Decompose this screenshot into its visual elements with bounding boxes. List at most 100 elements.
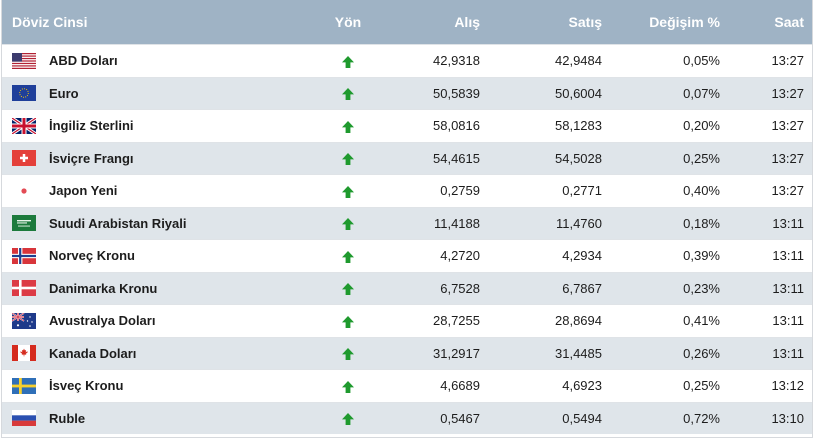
currency-cell: Avustralya Doları	[2, 312, 302, 329]
currency-cell: İngiliz Sterlini	[2, 117, 302, 134]
direction-cell	[302, 183, 394, 199]
currency-name: Japon Yeni	[49, 183, 118, 199]
up-arrow-icon	[341, 282, 355, 296]
time-value: 13:27	[771, 118, 804, 134]
time-value: 13:11	[772, 215, 804, 231]
buy-value: 54,4615	[433, 150, 480, 166]
currency-cell: Norveç Kronu	[2, 247, 302, 264]
time-value: 13:11	[772, 345, 804, 361]
table-row[interactable]: Euro 50,5839 50,6004 0,07% 13:27	[2, 76, 812, 109]
change-value: 0,23%	[683, 280, 720, 296]
sell-value: 4,2934	[562, 248, 602, 264]
sell-value: 31,4485	[555, 345, 602, 361]
currency-cell: Japon Yeni	[2, 182, 302, 199]
table-body: ABD Doları 42,9318 42,9484 0,05% 13:27 Euro 50…	[2, 44, 812, 434]
buy-value: 58,0816	[433, 118, 480, 134]
currency-name: İngiliz Sterlini	[49, 118, 134, 134]
direction-cell	[302, 118, 394, 134]
sell-value: 0,2771	[562, 183, 602, 199]
table-row[interactable]: Japon Yeni 0,2759 0,2771 0,40% 13:27	[2, 174, 812, 207]
currency-cell: İsveç Kronu	[2, 377, 302, 394]
time-value: 13:12	[771, 378, 804, 394]
up-arrow-icon	[341, 412, 355, 426]
buy-value: 42,9318	[433, 53, 480, 69]
up-arrow-icon	[341, 315, 355, 329]
ru-flag-icon	[12, 410, 36, 427]
header-buy[interactable]: Alış	[394, 14, 480, 30]
currency-name: Kanada Doları	[49, 345, 137, 361]
sell-value: 42,9484	[555, 53, 602, 69]
up-arrow-icon	[341, 217, 355, 231]
eu-flag-icon	[12, 85, 36, 102]
buy-value: 4,2720	[440, 248, 480, 264]
direction-cell	[302, 215, 394, 231]
up-arrow-icon	[341, 250, 355, 264]
table-row[interactable]: İngiliz Sterlini 58,0816 58,1283 0,20% 13:27	[2, 109, 812, 142]
dk-flag-icon	[12, 280, 36, 297]
time-value: 13:27	[771, 85, 804, 101]
direction-cell	[302, 280, 394, 296]
currency-name: İsveç Kronu	[49, 378, 124, 394]
gb-flag-icon	[12, 117, 36, 134]
se-flag-icon	[12, 377, 36, 394]
change-value: 0,26%	[683, 345, 720, 361]
up-arrow-icon	[341, 185, 355, 199]
change-value: 0,05%	[683, 53, 720, 69]
direction-cell	[302, 85, 394, 101]
header-change[interactable]: Değişim %	[602, 14, 720, 30]
currency-cell: Danimarka Kronu	[2, 280, 302, 297]
change-value: 0,41%	[683, 313, 720, 329]
ca-flag-icon	[12, 345, 36, 362]
up-arrow-icon	[341, 55, 355, 69]
currency-name: ABD Doları	[49, 53, 118, 69]
change-value: 0,18%	[683, 215, 720, 231]
table-row[interactable]: Ruble 0,5467 0,5494 0,72% 13:10	[2, 401, 812, 434]
buy-value: 4,6689	[440, 378, 480, 394]
change-value: 0,07%	[683, 85, 720, 101]
time-value: 13:11	[772, 280, 804, 296]
buy-value: 0,2759	[440, 183, 480, 199]
change-value: 0,40%	[683, 183, 720, 199]
table-row[interactable]: Danimarka Kronu 6,7528 6,7867 0,23% 13:11	[2, 271, 812, 304]
buy-value: 31,2917	[433, 345, 480, 361]
table-row[interactable]: ABD Doları 42,9318 42,9484 0,05% 13:27	[2, 44, 812, 77]
sa-flag-icon	[12, 215, 36, 232]
up-arrow-icon	[341, 152, 355, 166]
currency-cell: Suudi Arabistan Riyali	[2, 215, 302, 232]
table-row[interactable]: İsveç Kronu 4,6689 4,6923 0,25% 13:12	[2, 369, 812, 402]
table-row[interactable]: Kanada Doları 31,2917 31,4485 0,26% 13:11	[2, 336, 812, 369]
au-flag-icon	[12, 312, 36, 329]
buy-value: 6,7528	[440, 280, 480, 296]
currency-name: Suudi Arabistan Riyali	[49, 215, 187, 231]
table-row[interactable]: İsviçre Frangı 54,4615 54,5028 0,25% 13:27	[2, 141, 812, 174]
up-arrow-icon	[341, 380, 355, 394]
direction-cell	[302, 345, 394, 361]
table-row[interactable]: Norveç Kronu 4,2720 4,2934 0,39% 13:11	[2, 239, 812, 272]
sell-value: 11,4760	[555, 215, 602, 231]
buy-value: 28,7255	[433, 313, 480, 329]
sell-value: 6,7867	[562, 280, 602, 296]
currency-name: Euro	[49, 85, 79, 101]
change-value: 0,39%	[683, 248, 720, 264]
direction-cell	[302, 53, 394, 69]
table-row[interactable]: Suudi Arabistan Riyali 11,4188 11,4760 0,18…	[2, 206, 812, 239]
sell-value: 0,5494	[562, 410, 602, 426]
table-header: Döviz Cinsi Yön Alış Satış Değişim % Saa…	[2, 0, 812, 44]
header-sell[interactable]: Satış	[480, 14, 602, 30]
time-value: 13:11	[772, 313, 804, 329]
currency-table: Döviz Cinsi Yön Alış Satış Değişim % Saa…	[1, 0, 813, 438]
up-arrow-icon	[341, 120, 355, 134]
direction-cell	[302, 378, 394, 394]
time-value: 13:27	[771, 150, 804, 166]
header-time[interactable]: Saat	[720, 14, 804, 30]
header-direction[interactable]: Yön	[302, 14, 394, 30]
sell-value: 58,1283	[555, 118, 602, 134]
currency-cell: Kanada Doları	[2, 345, 302, 362]
header-currency[interactable]: Döviz Cinsi	[2, 14, 302, 30]
currency-cell: Ruble	[2, 410, 302, 427]
ch-flag-icon	[12, 150, 36, 167]
sell-value: 50,6004	[555, 85, 602, 101]
table-row[interactable]: Avustralya Doları 28,7255 28,8694 0,41% 13:1…	[2, 304, 812, 337]
us-flag-icon	[12, 52, 36, 69]
up-arrow-icon	[341, 87, 355, 101]
